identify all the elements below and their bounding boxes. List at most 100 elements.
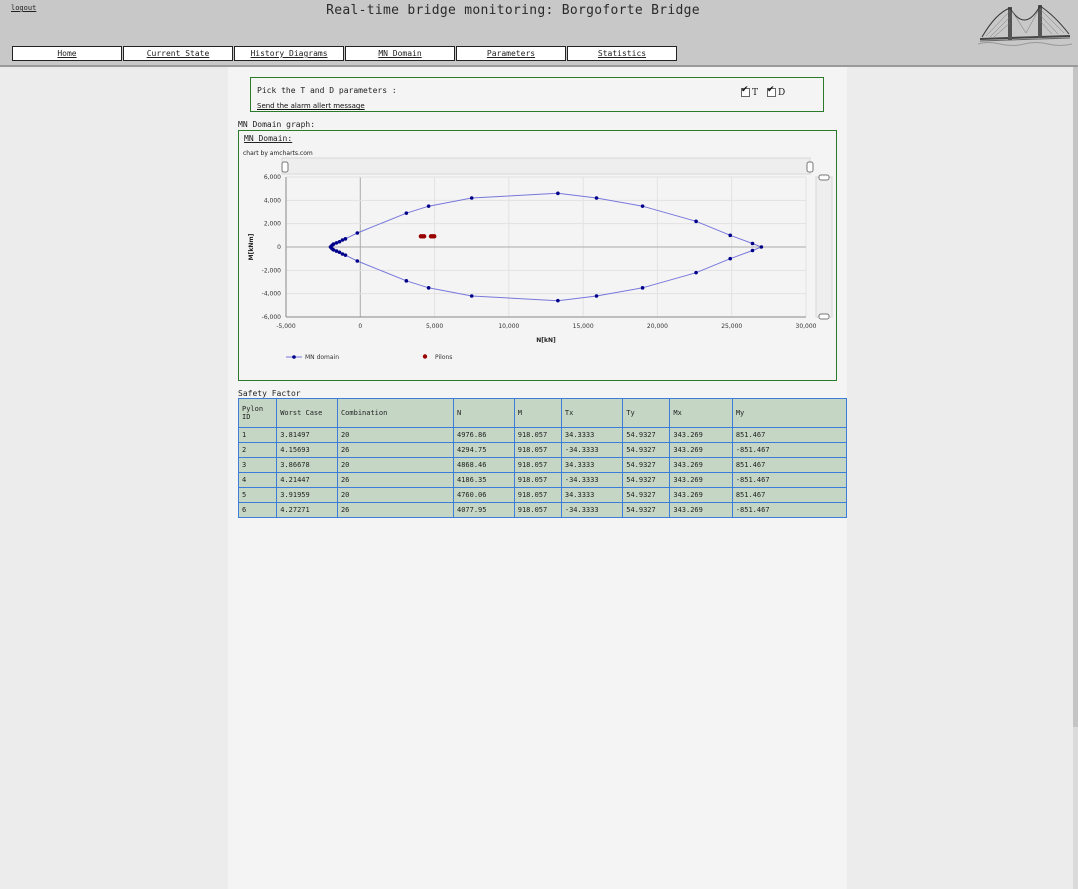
table-cell: 4.15693 [276,442,338,458]
y-tick-label: -6,000 [262,314,282,321]
table-cell: 4.27271 [276,502,338,518]
table-cell: 918.057 [513,502,562,518]
table-cell: -851.467 [731,502,848,518]
mn-domain-point [355,231,360,235]
parameter-prompt: Pick the T and D parameters : [257,86,397,95]
column-header: Mx [669,398,733,428]
table-cell: 343.269 [669,457,733,473]
x-scrollbar-right-handle[interactable] [806,161,814,173]
send-alarm-link[interactable]: Send the alarm allert message [257,102,365,110]
nav-tab-parameters[interactable]: Parameters [456,46,566,61]
table-cell: 54.9327 [622,487,671,503]
table-cell: 4760.06 [452,487,515,503]
checkbox-d[interactable]: D [767,85,786,98]
scrollbar-thumb[interactable] [1073,67,1078,727]
y-scrollbar[interactable] [815,176,833,318]
table-cell: 4294.75 [452,442,515,458]
table-cell: -851.467 [731,442,848,458]
table-cell: 20 [336,457,454,473]
table-cell: 34.3333 [560,427,624,443]
table-row: 3 3.86678 20 4868.46 918.057 34.3333 54.9327 34… [237,457,848,473]
x-tick-label: -5,000 [276,323,296,330]
table-cell: 918.057 [513,442,562,458]
mn-domain-point [594,196,599,200]
table-cell: 343.269 [669,502,733,518]
pilon-point [432,234,437,239]
y-tick-label: 0 [277,244,281,251]
table-cell: 20 [336,487,454,503]
x-tick-label: 15,000 [573,323,594,330]
table-cell: 3 [237,457,278,473]
x-tick-label: 5,000 [426,323,443,330]
mn-domain-point [640,204,645,208]
table-cell: -34.3333 [560,472,624,488]
table-cell: 34.3333 [560,487,624,503]
table-cell: 918.057 [513,487,562,503]
table-row: 5 3.91959 20 4760.06 918.057 34.3333 54.9327 34… [237,487,848,503]
mn-domain-point [404,211,409,215]
main-content: Pick the T and D parameters : Send the a… [228,67,848,889]
table-cell: 4.21447 [276,472,338,488]
column-header: M [513,398,562,428]
mn-domain-point [355,259,360,263]
y-tick-label: 6,000 [264,174,281,181]
nav-tab-home[interactable]: Home [12,46,122,61]
mn-domain-point [469,294,474,298]
nav-tab-current-state[interactable]: Current State [123,46,233,61]
table-cell: 26 [336,442,454,458]
safety-factor-title: Safety Factor [238,389,301,398]
column-header: N [452,398,515,428]
mn-domain-graph-panel: MN Domain: chart by amcharts.com -5,000 0… [238,130,837,381]
table-cell: -34.3333 [560,502,624,518]
table-cell: 3.81497 [276,427,338,443]
table-cell: 343.269 [669,427,733,443]
nav-tab-statistics[interactable]: Statistics [567,46,677,61]
table-cell: 918.057 [513,457,562,473]
table-cell: 54.9327 [622,502,671,518]
mn-domain-point [759,245,764,249]
checkbox-t[interactable]: T [741,85,759,98]
column-header: Pylon ID [237,398,278,428]
table-cell: 4976.86 [452,427,515,443]
checkbox-t-label: T [752,88,759,98]
checkbox-checked-icon[interactable] [767,85,776,97]
nav-tab-mn-domain[interactable]: MN Domain [345,46,455,61]
table-cell: 54.9327 [622,427,671,443]
checkbox-checked-icon[interactable] [741,85,750,97]
table-cell: 6 [237,502,278,518]
mn-domain-point [750,248,755,253]
table-cell: 851.467 [731,427,848,443]
table-cell: 54.9327 [622,457,671,473]
nav-tab-history-diagrams[interactable]: History Diagrams [234,46,344,61]
mn-domain-point [426,286,431,290]
mn-domain-point [694,219,698,224]
checkbox-d-label: D [778,88,786,98]
mn-domain-point [404,279,409,283]
y-scrollbar-top-handle[interactable] [818,174,830,181]
y-scrollbar-bottom-handle[interactable] [818,313,830,320]
x-tick-label: 10,000 [498,323,519,330]
mn-domain-point [556,191,560,196]
mn-domain-point [426,204,431,208]
mn-domain-point [728,233,733,238]
mn-domain-point [728,256,733,261]
table-cell: 4868.46 [452,457,515,473]
table-cell: 20 [336,427,454,443]
y-tick-label: 4,000 [264,197,281,204]
column-header: My [731,398,848,428]
column-header: Combination [336,398,454,428]
table-cell: 26 [336,472,454,488]
table-cell: 54.9327 [622,472,671,488]
x-scrollbar[interactable] [281,157,811,175]
safety-factor-table-wrap: Pylon ID Worst Case Combination N M Tx Ty Mx My … [237,398,848,518]
page-scrollbar[interactable] [1073,67,1078,889]
table-row: 6 4.27271 26 4077.95 918.057 -34.3333 54.9327 3… [237,502,848,518]
x-scrollbar-left-handle[interactable] [281,161,289,173]
table-row: 1 3.81497 20 4976.86 918.057 34.3333 54.9327 34… [237,427,848,443]
column-header: Worst Case [276,398,338,428]
x-tick-label: 20,000 [647,323,668,330]
y-tick-label: 2,000 [264,221,281,228]
table-row: 2 4.15693 26 4294.75 918.057 -34.3333 54.9327 3… [237,442,848,458]
x-tick-label: 30,000 [796,323,817,330]
table-cell: 4186.35 [452,472,515,488]
